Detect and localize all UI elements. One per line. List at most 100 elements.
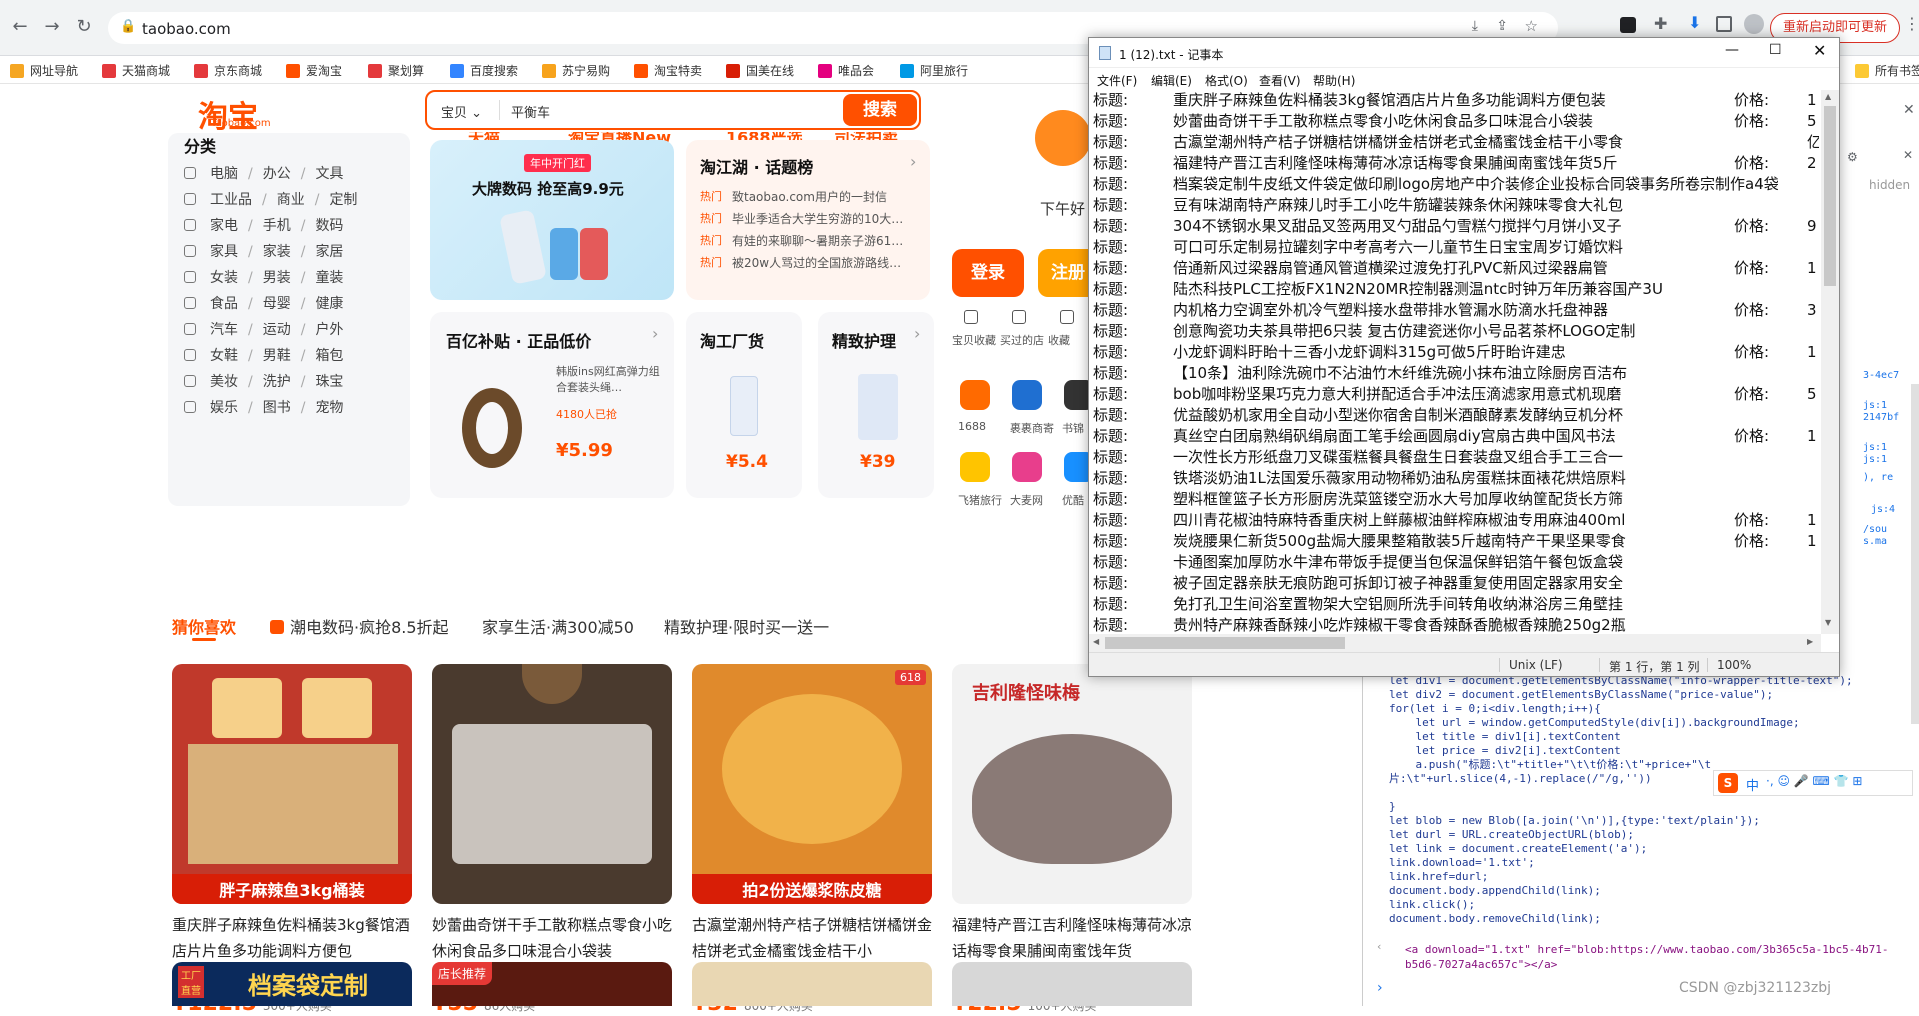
download-icon[interactable]: ⤓ <box>1472 18 1478 34</box>
shortcut-label[interactable]: 买过的店 <box>1000 332 1044 348</box>
bookmark-item[interactable]: 淘宝特卖 <box>634 62 702 79</box>
source-link[interactable]: s.ma <box>1863 536 1887 547</box>
category-link[interactable]: 童装 <box>315 270 343 286</box>
sidepanel-icon[interactable] <box>1716 16 1732 32</box>
app-label[interactable]: 优酷 <box>1062 492 1084 508</box>
bookmark-item[interactable]: 网址导航 <box>10 62 78 79</box>
extension-icon[interactable] <box>1620 17 1636 33</box>
bookmark-item[interactable]: 阿里旅行 <box>900 62 968 79</box>
category-link[interactable]: 汽车 <box>210 322 238 338</box>
category-link[interactable]: 箱包 <box>315 348 343 364</box>
scroll-down-icon[interactable]: ▼ <box>1825 618 1831 627</box>
bookmark-item[interactable]: 京东商城 <box>194 62 262 79</box>
source-link[interactable]: 3-4ec7 <box>1863 370 1899 381</box>
category-link[interactable]: 珠宝 <box>315 374 343 390</box>
feed-tab[interactable]: 猜你喜欢 <box>172 614 236 641</box>
hotlist-item[interactable]: 热门 致taobao.com用户的一封信 <box>700 188 912 205</box>
source-link[interactable]: 2147bf <box>1863 412 1899 423</box>
scroll-up-icon[interactable]: ▲ <box>1825 92 1831 101</box>
source-link[interactable]: js:4 <box>1871 504 1895 515</box>
login-button[interactable]: 登录 <box>952 249 1024 297</box>
scroll-left-icon[interactable]: ◀ <box>1093 637 1099 646</box>
feed-tab[interactable]: 潮电数码·疯抢8.5折起 <box>270 614 449 638</box>
category-link[interactable]: 户外 <box>315 322 343 338</box>
profile-avatar[interactable] <box>1744 14 1764 34</box>
scroll-right-icon[interactable]: ▶ <box>1807 637 1813 646</box>
search-scope-select[interactable]: 宝贝 ⌄ <box>441 102 482 121</box>
ime-toolbar[interactable]: S 中 ·, ☺ 🎤 ⌨ 👕 ⊞ <box>1713 770 1913 796</box>
ime-mode[interactable]: 中 <box>1746 775 1759 794</box>
banner-file-bag[interactable]: 工厂 直营 档案袋定制 <box>172 962 412 1006</box>
category-link[interactable]: 母婴 <box>263 296 291 312</box>
category-link[interactable]: 工业品 <box>210 192 252 208</box>
bookmark-item[interactable]: 苏宁易购 <box>542 62 610 79</box>
product-title[interactable]: 古瀛堂潮州特产桔子饼糖桔饼橘饼金桔饼老式金橘蜜饯金桔干小 <box>692 912 932 964</box>
feed-tab[interactable]: 精致护理·限时买一送一 <box>664 614 829 638</box>
downloads-icon[interactable]: ⬇ <box>1688 13 1701 32</box>
category-link[interactable]: 手机 <box>263 218 291 234</box>
close-icon[interactable]: ✕ <box>1903 148 1913 162</box>
banner-drinks[interactable] <box>952 962 1192 1006</box>
ime-tools-icons[interactable]: ·, ☺ 🎤 ⌨ 👕 ⊞ <box>1766 774 1862 788</box>
category-link[interactable]: 洗护 <box>263 374 291 390</box>
reload-icon[interactable]: ↻ <box>72 15 96 39</box>
category-link[interactable]: 图书 <box>263 400 291 416</box>
source-link[interactable]: js:1 <box>1863 454 1887 465</box>
source-link[interactable]: js:1 <box>1863 442 1887 453</box>
category-link[interactable]: 健康 <box>315 296 343 312</box>
feed-tab[interactable]: 家享生活·满300减50 <box>482 614 634 638</box>
source-link[interactable]: js:1 <box>1863 400 1887 411</box>
gear-icon[interactable]: ⚙ <box>1847 150 1858 164</box>
notepad-menu-item[interactable]: 查看(V) <box>1259 72 1301 89</box>
category-link[interactable]: 运动 <box>263 322 291 338</box>
app-label[interactable]: 大麦网 <box>1010 492 1043 508</box>
product-title[interactable]: 妙蕾曲奇饼干手工散称糕点零食小吃休闲食品多口味混合小袋装 <box>432 912 672 964</box>
category-link[interactable]: 男鞋 <box>263 348 291 364</box>
hotlist-item[interactable]: 热门 毕业季适合大学生穷游的10大… <box>700 210 912 227</box>
scroll-thumb[interactable] <box>1824 106 1836 286</box>
hotlist-item[interactable]: 热门 有娃的来聊聊～暑期亲子游61… <box>700 232 912 249</box>
search-button[interactable]: 搜索 <box>843 94 917 126</box>
product-image[interactable]: 胖子麻辣鱼3kg桶装 <box>172 664 412 904</box>
bookmark-item[interactable]: 天猫商城 <box>102 62 170 79</box>
lock-icon[interactable]: 🔒 <box>120 19 136 34</box>
notepad-horizontal-scrollbar[interactable]: ◀ ▶ <box>1089 634 1821 652</box>
hotlist-card[interactable]: 淘江湖 · 话题榜 › 热门 致taobao.com用户的一封信 热门 毕业季适合大学… <box>686 140 930 300</box>
close-icon[interactable]: ✕ <box>1903 102 1915 118</box>
bookmark-item[interactable]: 百度搜索 <box>450 62 518 79</box>
star-icon[interactable]: ☆ <box>1525 17 1538 35</box>
puzzle-icon[interactable]: ✚ <box>1654 14 1667 33</box>
category-link[interactable]: 美妆 <box>210 374 238 390</box>
category-link[interactable]: 电脑 <box>210 166 238 182</box>
source-link[interactable]: ), re <box>1863 472 1893 483</box>
source-link[interactable]: /sou <box>1863 524 1887 535</box>
category-link[interactable]: 娱乐 <box>210 400 238 416</box>
category-link[interactable]: 办公 <box>263 166 291 182</box>
app-icon[interactable] <box>1012 452 1042 482</box>
product-image[interactable]: 618 拍2份送爆浆陈皮糖 <box>692 664 932 904</box>
product-title[interactable]: 重庆胖子麻辣鱼佐料桶装3kg餐馆酒店片片鱼多功能调料方便包 <box>172 912 412 964</box>
maximize-icon[interactable]: ☐ <box>1769 42 1782 58</box>
notepad-textarea[interactable]: 标题: 重庆胖子麻辣鱼佐料桶装3kg餐馆酒店片片鱼多功能调料方便包装 价格: 1 标题:… <box>1089 90 1819 634</box>
notepad-titlebar[interactable]: 1 (12).txt - 记事本 — ☐ ✕ <box>1089 38 1839 68</box>
category-link[interactable]: 定制 <box>329 192 357 208</box>
product-image[interactable]: 吉利隆怪味梅 <box>952 664 1192 904</box>
category-link[interactable]: 家电 <box>210 218 238 234</box>
category-link[interactable]: 商业 <box>277 192 305 208</box>
minimize-icon[interactable]: — <box>1725 42 1739 58</box>
category-link[interactable]: 数码 <box>315 218 343 234</box>
search-input[interactable]: 平衡车 <box>511 102 550 121</box>
taobao-logo[interactable]: 淘宝 <box>198 92 258 136</box>
category-link[interactable]: 女鞋 <box>210 348 238 364</box>
hotlist-item[interactable]: 热门 被20w人骂过的全国旅游路线… <box>700 254 912 271</box>
category-link[interactable]: 家装 <box>263 244 291 260</box>
banner-recommend[interactable]: 店长推荐 <box>432 962 672 1006</box>
notepad-menu-item[interactable]: 格式(O) <box>1205 72 1248 89</box>
notepad-vertical-scrollbar[interactable]: ▲ ▼ <box>1821 90 1839 634</box>
digital-promo-card[interactable]: 年中开门红 大牌数码 抢至高9.9元 <box>430 140 674 300</box>
category-link[interactable]: 文具 <box>315 166 343 182</box>
subsidy-card[interactable]: 百亿补贴 · 正品低价 › 韩版ins网红高弹力组合套装头绳… 4180人已抢 … <box>430 312 674 498</box>
shortcut-label[interactable]: 宝贝收藏 <box>952 332 996 348</box>
bookmark-item[interactable]: 唯品会 <box>818 62 874 79</box>
app-label[interactable]: 裹裹商寄 <box>1010 420 1054 436</box>
